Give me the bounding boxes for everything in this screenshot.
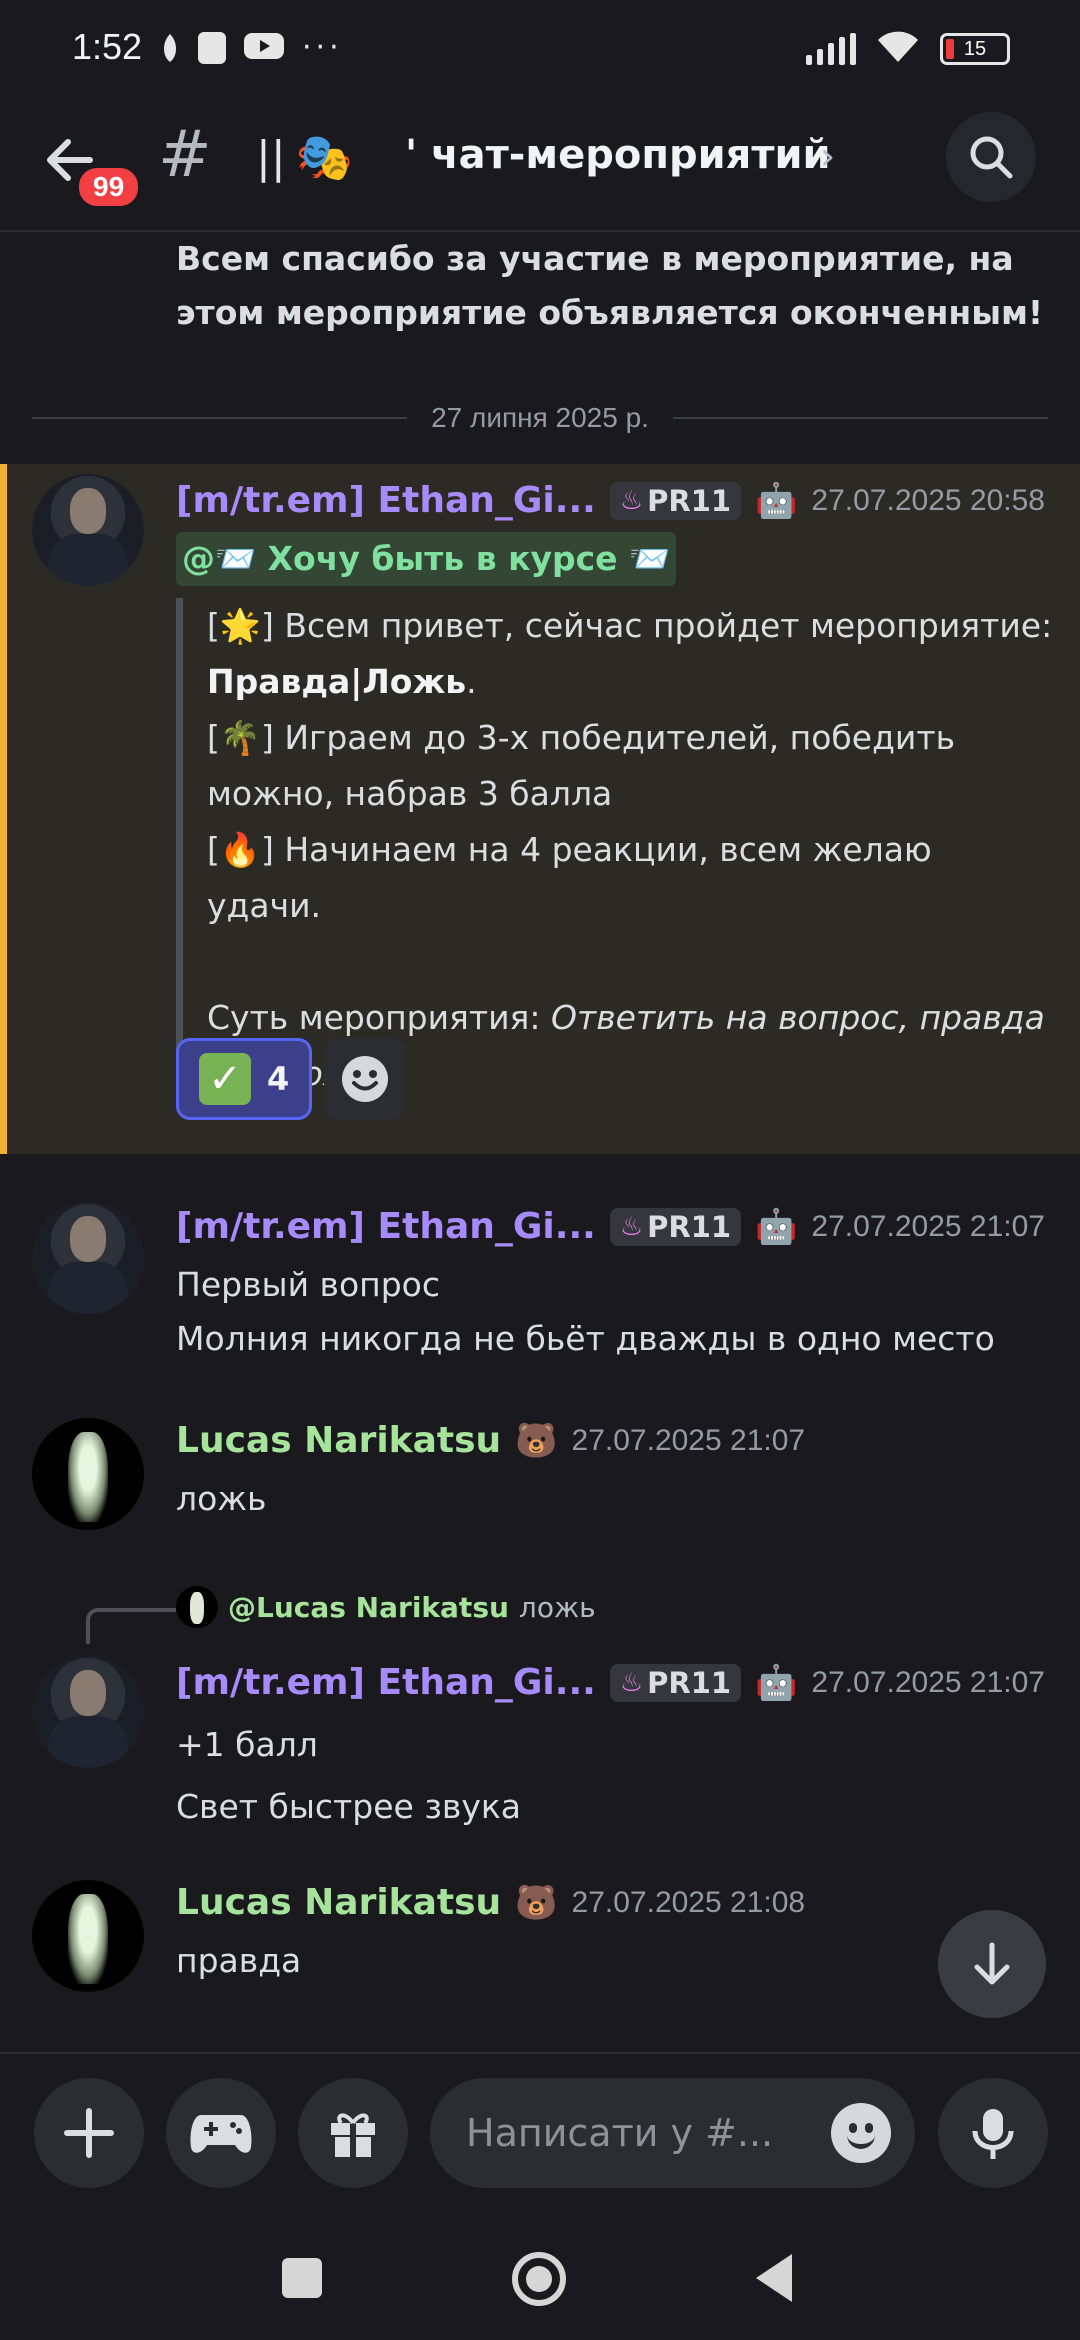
flame-tag-icon: ♨	[619, 485, 644, 516]
guild-tag[interactable]: ♨ PR11	[609, 1663, 742, 1702]
bear-badge-icon: 🐻	[515, 1882, 558, 1923]
guild-tag-label: PR11	[647, 1209, 732, 1244]
star-emoji-icon: 🌟	[219, 606, 261, 645]
avatar[interactable]	[32, 474, 144, 586]
channel-title[interactable]: ' чат-мероприятий	[405, 132, 831, 178]
guild-tag-label: PR11	[647, 1665, 732, 1700]
youtube-icon	[244, 31, 284, 65]
avatar[interactable]	[32, 1880, 144, 1992]
voice-message-button[interactable]	[938, 2078, 1048, 2188]
reactions-row: ✓ 4	[176, 1038, 407, 1120]
robot-badge-icon: 🤖	[755, 1206, 798, 1247]
avatar[interactable]	[32, 1418, 144, 1530]
arrow-down-icon	[974, 1942, 1010, 1985]
gift-icon	[331, 2113, 375, 2157]
robot-badge-icon: 🤖	[755, 480, 798, 521]
guild-tag-label: PR11	[647, 483, 732, 518]
reply-preview: ложь	[518, 1590, 596, 1624]
timestamp: 27.07.2025 21:07	[571, 1423, 806, 1457]
check-mark-icon: ✓	[199, 1053, 251, 1105]
message-input-container[interactable]	[430, 2078, 915, 2188]
channel-hash-icon: #	[158, 118, 212, 192]
plus-icon	[64, 2108, 114, 2158]
wifi-icon	[876, 30, 920, 68]
author-name[interactable]: [m/tr.em] Ethan_Gi...	[176, 1662, 596, 1703]
message-composer	[0, 2052, 1080, 2220]
search-button[interactable]	[946, 112, 1036, 202]
leaf-icon	[160, 32, 180, 64]
unread-badge: 99	[75, 164, 143, 210]
home-button[interactable]	[512, 2252, 566, 2306]
channel-prefix[interactable]: || 🎭	[256, 130, 353, 185]
channel-prefix-text: ||	[256, 132, 286, 183]
palm-tree-emoji-icon: 🌴	[219, 718, 261, 757]
bear-badge-icon: 🐻	[515, 1420, 558, 1461]
avatar[interactable]	[32, 1202, 144, 1314]
message-list[interactable]: Всем спасибо за участие в мероприятие, н…	[0, 232, 1080, 2052]
gamepad-icon	[190, 2115, 252, 2153]
message-input[interactable]	[466, 2111, 786, 2155]
guild-tag[interactable]: ♨ PR11	[609, 1207, 742, 1246]
fire-emoji-icon: 🔥	[219, 830, 261, 869]
activities-button[interactable]	[166, 2078, 276, 2188]
system-back-button[interactable]	[756, 2254, 792, 2302]
status-time: 1:52	[72, 26, 143, 67]
avatar[interactable]	[32, 1656, 144, 1768]
flame-tag-icon: ♨	[619, 1211, 644, 1242]
more-notifications-icon: ···	[302, 30, 343, 65]
gift-button[interactable]	[298, 2078, 408, 2188]
message-text: ложь	[176, 1479, 267, 1518]
reply-avatar	[176, 1586, 218, 1628]
block-quote: [🌟] Всем привет, сейчас пройдет мероприя…	[176, 598, 1056, 1102]
recents-button[interactable]	[282, 2258, 322, 2298]
status-notification-icons: ···	[160, 30, 343, 65]
theater-masks-icon: 🎭	[295, 130, 353, 184]
message-text: +1 балл Свет быстрее звука	[176, 1725, 522, 1826]
reply-reference[interactable]: @Lucas Narikatsu ложь	[176, 1586, 596, 1628]
microphone-icon	[972, 2109, 1014, 2159]
timestamp: 27.07.2025 21:08	[571, 1885, 806, 1919]
reaction-count: 4	[267, 1060, 290, 1098]
battery-icon: 15	[940, 33, 1010, 65]
attach-button[interactable]	[34, 2078, 144, 2188]
status-system-icons: 15	[806, 30, 1010, 68]
message-text: Всем спасибо за участие в мероприятие, н…	[176, 239, 1044, 332]
add-reaction-button[interactable]	[324, 1038, 407, 1120]
search-icon	[970, 136, 1013, 179]
app-notification-icon	[198, 31, 226, 64]
emoji-picker-icon[interactable]	[831, 2103, 891, 2163]
reaction-check[interactable]: ✓ 4	[176, 1038, 313, 1120]
author-name[interactable]: [m/tr.em] Ethan_Gi...	[176, 480, 596, 521]
reply-connector	[86, 1608, 176, 1644]
message-text: Первый вопрос Молния никогда не бьёт два…	[176, 1265, 995, 1358]
battery-level: 15	[963, 37, 987, 60]
author-name[interactable]: [m/tr.em] Ethan_Gi...	[176, 1206, 596, 1247]
date-divider: 27 липня 2025 р.	[32, 398, 1049, 438]
date-divider-label: 27 липня 2025 р.	[431, 402, 649, 433]
system-nav-bar	[0, 2220, 1080, 2340]
smiley-icon	[342, 1056, 389, 1102]
reply-author: @Lucas Narikatsu	[228, 1590, 509, 1624]
status-bar: 1:52 ··· 15	[0, 0, 1080, 100]
timestamp: 27.07.2025 20:58	[811, 483, 1045, 517]
chevron-right-icon[interactable]: ›	[820, 134, 835, 178]
robot-badge-icon: 🤖	[755, 1662, 798, 1703]
role-mention[interactable]: @📨 Хочу быть в курсе 📨	[176, 532, 677, 586]
flame-tag-icon: ♨	[619, 1667, 644, 1698]
channel-header: 99 # || 🎭 ' чат-мероприятий ›	[0, 100, 1080, 232]
guild-tag[interactable]: ♨ PR11	[609, 481, 742, 520]
timestamp: 27.07.2025 21:07	[811, 1209, 1045, 1243]
author-name[interactable]: Lucas Narikatsu	[176, 1420, 501, 1461]
timestamp: 27.07.2025 21:07	[811, 1665, 1045, 1699]
message-text: правда	[176, 1941, 302, 1980]
author-name[interactable]: Lucas Narikatsu	[176, 1882, 501, 1923]
signal-icon	[806, 33, 856, 65]
jump-to-bottom-button[interactable]	[938, 1910, 1046, 2018]
